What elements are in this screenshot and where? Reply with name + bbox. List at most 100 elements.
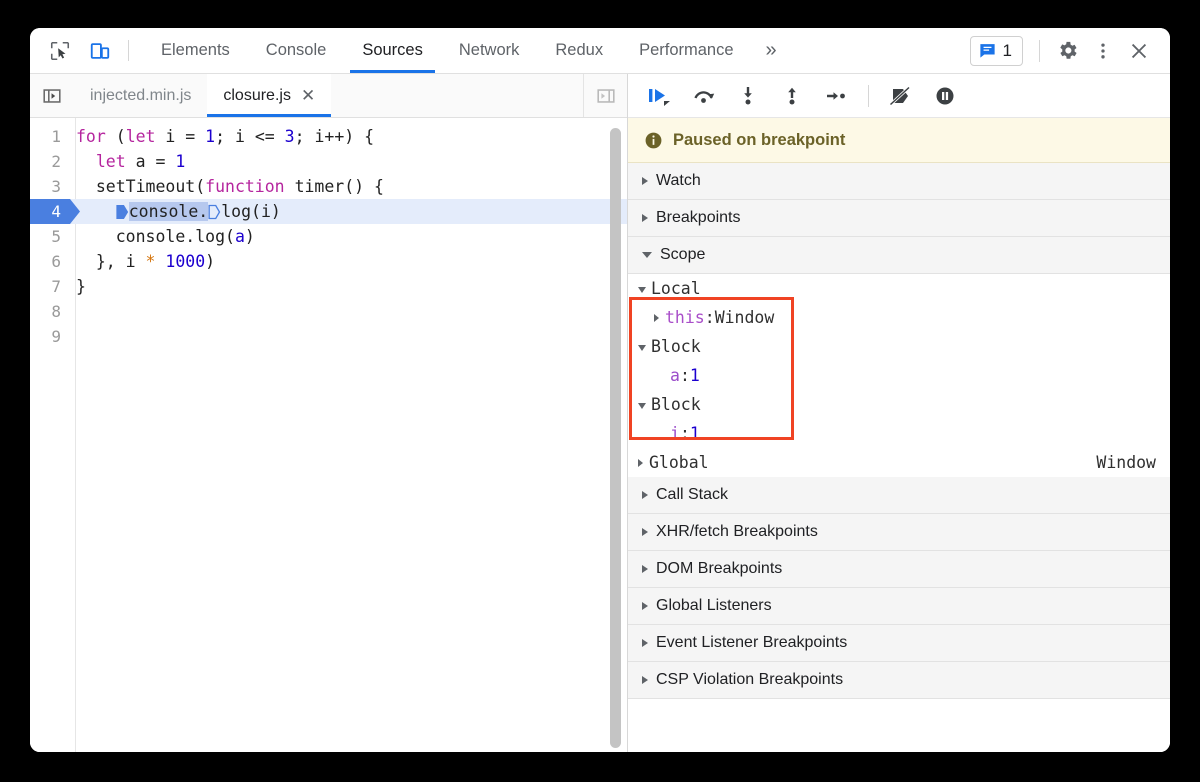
- deactivate-breakpoints-icon[interactable]: [881, 78, 921, 114]
- section-label: Global Listeners: [656, 597, 772, 614]
- cursor-inspect-icon[interactable]: [40, 28, 80, 73]
- line-code: setTimeout(function timer() {: [76, 177, 384, 196]
- chevron-right-icon: [642, 177, 648, 185]
- devtools-window: Elements Console Sources Network Redux P…: [30, 28, 1170, 752]
- step-over-icon[interactable]: [684, 78, 724, 114]
- file-tab-closure-js[interactable]: closure.js ✕: [207, 74, 332, 117]
- show-debugger-icon[interactable]: [583, 74, 627, 117]
- more-tabs-chevron-icon[interactable]: »: [752, 28, 791, 73]
- prop-separator: :: [679, 424, 690, 443]
- scope-node-block-a[interactable]: Block: [628, 332, 1170, 361]
- tab-redux[interactable]: Redux: [537, 28, 621, 73]
- issues-badge[interactable]: 1: [969, 35, 1023, 66]
- scope-label: Block: [651, 337, 701, 356]
- tab-performance-label: Performance: [639, 41, 734, 59]
- section-label: Event Listener Breakpoints: [656, 634, 848, 651]
- debugger-sidebar: Paused on breakpoint Watch Breakpoints S…: [628, 74, 1170, 752]
- line-number: 1: [51, 127, 61, 146]
- chevron-right-icon: [642, 639, 648, 647]
- section-event-listener-breakpoints[interactable]: Event Listener Breakpoints: [628, 625, 1170, 662]
- tab-console[interactable]: Console: [248, 28, 345, 73]
- section-label: Watch: [656, 172, 701, 189]
- close-icon[interactable]: ✕: [301, 87, 315, 104]
- chevron-down-icon: [638, 286, 646, 293]
- step-into-icon[interactable]: [728, 78, 768, 114]
- line-number: 7: [51, 277, 61, 296]
- line-code: let a = 1: [95, 152, 186, 171]
- chevron-right-icon: [642, 676, 648, 684]
- code-line[interactable]: 3 setTimeout(function timer() {: [30, 174, 627, 199]
- file-tab-label: closure.js: [223, 86, 291, 104]
- resume-icon[interactable]: [640, 78, 680, 114]
- tab-elements-label: Elements: [161, 41, 230, 59]
- file-tab-injected-min-js[interactable]: injected.min.js: [74, 74, 207, 117]
- line-code: console.log(a): [76, 227, 255, 246]
- section-label: CSP Violation Breakpoints: [656, 671, 844, 688]
- gear-icon[interactable]: [1050, 34, 1084, 68]
- section-scope[interactable]: Scope: [628, 237, 1170, 274]
- section-label: Scope: [660, 246, 706, 263]
- step-out-icon[interactable]: [772, 78, 812, 114]
- file-tab-strip: injected.min.js closure.js ✕: [30, 74, 627, 118]
- section-dom-breakpoints[interactable]: DOM Breakpoints: [628, 551, 1170, 588]
- chevron-right-icon: [642, 528, 648, 536]
- chevron-right-icon: [642, 491, 648, 499]
- code-line-execution[interactable]: 4 console. log(i): [30, 199, 627, 224]
- code-line[interactable]: 6 }, i * 1000): [30, 249, 627, 274]
- prop-value: 1: [689, 366, 700, 385]
- scope-prop-i[interactable]: i: 1: [628, 419, 1170, 448]
- section-label: Breakpoints: [656, 209, 741, 226]
- tab-console-label: Console: [265, 41, 327, 59]
- debugger-sections: Watch Breakpoints Scope Local this: Win…: [628, 163, 1170, 752]
- chevron-down-icon: [642, 252, 652, 258]
- section-breakpoints[interactable]: Breakpoints: [628, 200, 1170, 237]
- section-xhr-fetch-breakpoints[interactable]: XHR/fetch Breakpoints: [628, 514, 1170, 551]
- code-editor[interactable]: 1 for (let i = 1; i <= 3; i++) { 2 let a…: [30, 118, 627, 752]
- scrollbar-thumb[interactable]: [610, 128, 621, 748]
- tab-network[interactable]: Network: [441, 28, 538, 73]
- section-global-listeners[interactable]: Global Listeners: [628, 588, 1170, 625]
- tab-network-label: Network: [458, 41, 520, 59]
- section-call-stack[interactable]: Call Stack: [628, 477, 1170, 514]
- scope-label: Global: [649, 453, 709, 472]
- tab-sources[interactable]: Sources: [344, 28, 441, 73]
- sources-editor-pane: injected.min.js closure.js ✕ 1 for (let …: [30, 74, 628, 752]
- pause-on-exceptions-icon[interactable]: [925, 78, 965, 114]
- kebab-menu-icon[interactable]: [1086, 34, 1120, 68]
- line-number: 3: [51, 177, 61, 196]
- close-icon[interactable]: [1122, 34, 1156, 68]
- issues-message-icon: [979, 44, 995, 58]
- line-code: console. log(i): [68, 199, 281, 224]
- device-toolbar-icon[interactable]: [80, 28, 120, 73]
- section-label: DOM Breakpoints: [656, 560, 783, 577]
- line-number: 6: [51, 252, 61, 271]
- paused-on-breakpoint-banner: Paused on breakpoint: [628, 118, 1170, 163]
- inline-breakpoint-icon[interactable]: [208, 204, 221, 220]
- code-line[interactable]: 7 }: [30, 274, 627, 299]
- section-watch[interactable]: Watch: [628, 163, 1170, 200]
- code-line[interactable]: 9: [30, 324, 627, 349]
- editor-vertical-scrollbar[interactable]: [610, 122, 621, 748]
- scope-node-global[interactable]: Global Window: [628, 448, 1170, 477]
- debugger-toolbar: [628, 74, 1170, 118]
- code-line[interactable]: 5 console.log(a): [30, 224, 627, 249]
- paused-banner-text: Paused on breakpoint: [673, 130, 846, 149]
- show-navigator-icon[interactable]: [30, 74, 74, 117]
- code-line[interactable]: 1 for (let i = 1; i <= 3; i++) {: [30, 124, 627, 149]
- section-csp-violation-breakpoints[interactable]: CSP Violation Breakpoints: [628, 662, 1170, 699]
- chevron-right-icon: [642, 214, 648, 222]
- line-number: 9: [51, 327, 61, 346]
- tab-elements[interactable]: Elements: [143, 28, 248, 73]
- tab-redux-label: Redux: [555, 41, 604, 59]
- code-line[interactable]: 2 let a = 1: [30, 149, 627, 174]
- code-line[interactable]: 8: [30, 299, 627, 324]
- toolbar-divider: [128, 40, 129, 61]
- inline-breakpoint-icon[interactable]: [116, 204, 129, 220]
- scope-node-block-i[interactable]: Block: [628, 390, 1170, 419]
- tab-performance[interactable]: Performance: [621, 28, 751, 73]
- scope-node-local[interactable]: Local: [628, 274, 1170, 303]
- step-icon[interactable]: [816, 78, 856, 114]
- line-code: }, i * 1000): [76, 252, 216, 271]
- scope-prop-this[interactable]: this: Window: [628, 303, 1170, 332]
- scope-prop-a[interactable]: a: 1: [628, 361, 1170, 390]
